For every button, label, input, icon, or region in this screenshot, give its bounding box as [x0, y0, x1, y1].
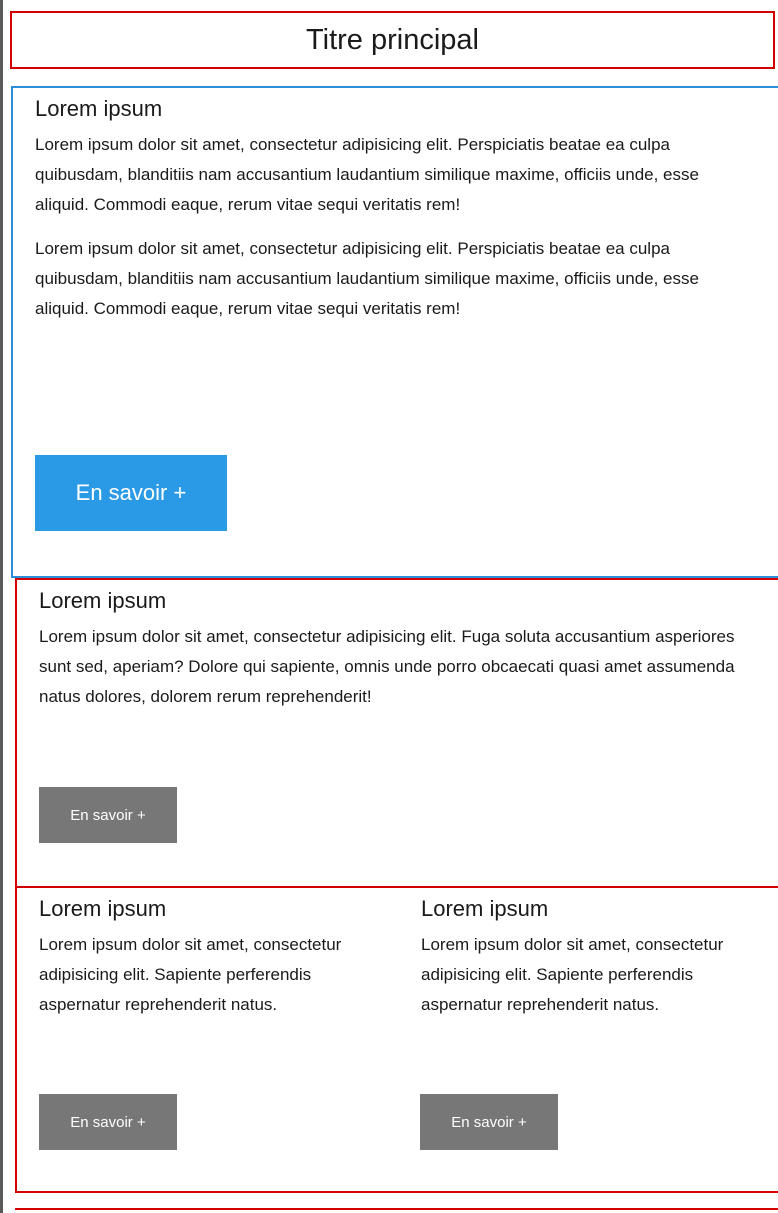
- section-main: Lorem ipsum Lorem ipsum dolor sit amet, …: [11, 86, 778, 578]
- section-main-paragraph-1: Lorem ipsum dolor sit amet, consectetur …: [35, 135, 699, 214]
- section-left-heading: Lorem ipsum: [39, 896, 167, 921]
- learn-more-button-label: En savoir +: [75, 480, 187, 505]
- learn-more-button-label: En savoir +: [451, 1113, 527, 1131]
- learn-more-button-label: En savoir +: [70, 1113, 146, 1131]
- section-left-paragraph: Lorem ipsum dolor sit amet, consectetur …: [39, 935, 342, 1014]
- learn-more-button-left[interactable]: En savoir +: [39, 1094, 177, 1150]
- section-left: Lorem ipsum Lorem ipsum dolor sit amet, …: [15, 886, 400, 1193]
- section-main-heading: Lorem ipsum: [35, 96, 163, 121]
- section-wide-heading: Lorem ipsum: [39, 588, 167, 613]
- learn-more-button-primary[interactable]: En savoir +: [35, 455, 227, 531]
- page-header: Titre principal: [10, 11, 775, 69]
- section-main-paragraph-2: Lorem ipsum dolor sit amet, consectetur …: [35, 239, 699, 318]
- learn-more-button-wide[interactable]: En savoir +: [39, 787, 177, 843]
- window-edge: [0, 0, 3, 1213]
- section-right-paragraph: Lorem ipsum dolor sit amet, consectetur …: [421, 935, 724, 1014]
- learn-more-button-right[interactable]: En savoir +: [420, 1094, 558, 1150]
- section-wide: Lorem ipsum Lorem ipsum dolor sit amet, …: [15, 578, 778, 888]
- section-wide-paragraph: Lorem ipsum dolor sit amet, consectetur …: [39, 627, 735, 706]
- section-right: Lorem ipsum Lorem ipsum dolor sit amet, …: [398, 886, 778, 1193]
- section-right-heading: Lorem ipsum: [421, 896, 549, 921]
- bottom-border: [15, 1208, 778, 1210]
- learn-more-button-label: En savoir +: [70, 806, 146, 824]
- page-title: Titre principal: [306, 23, 479, 56]
